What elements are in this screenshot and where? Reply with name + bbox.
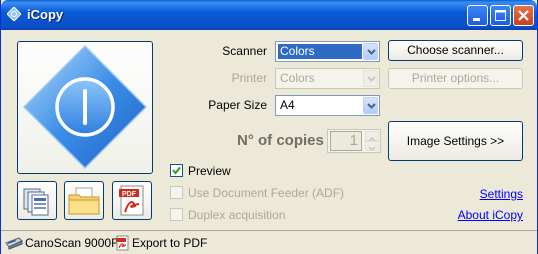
scanner-status[interactable]: CanoScan 9000F [5, 235, 119, 251]
adf-label: Use Document Feeder (ADF) [188, 186, 345, 200]
pdf-icon [116, 235, 129, 251]
adf-checkbox[interactable] [170, 186, 183, 199]
save-to-folder-button[interactable] [64, 181, 104, 220]
multi-document-icon [23, 188, 49, 216]
settings-link[interactable]: Settings [423, 187, 523, 201]
export-pdf-status[interactable]: Export to PDF [115, 235, 225, 251]
scanner-select[interactable]: Colors [275, 41, 380, 62]
scanner-label: Scanner [222, 44, 267, 58]
checkmark-icon [172, 166, 181, 175]
printer-options-button[interactable]: Printer options... [388, 68, 523, 89]
title-bar[interactable]: iCopy [1, 0, 537, 30]
copy-start-button[interactable] [17, 41, 153, 174]
printer-label: Printer [231, 71, 267, 85]
copy-multiple-button[interactable] [17, 181, 57, 220]
choose-scanner-button[interactable]: Choose scanner... [388, 40, 523, 61]
scanner-dropdown-button[interactable] [363, 43, 378, 60]
about-link[interactable]: About iCopy [423, 208, 523, 222]
folder-icon [68, 187, 100, 215]
paper-size-dropdown-button[interactable] [363, 97, 378, 114]
power-icon [22, 44, 148, 170]
export-pdf-button[interactable]: PDF [112, 181, 152, 220]
pdf-icon: PDF [119, 185, 144, 216]
scanner-name: CanoScan 9000F [25, 236, 119, 250]
preview-label: Preview [188, 164, 231, 178]
close-icon [518, 10, 529, 21]
copies-input[interactable]: 1 [330, 131, 362, 151]
export-pdf-label: Export to PDF [132, 236, 208, 250]
scanner-icon [5, 237, 23, 250]
duplex-label: Duplex acquisition [188, 208, 286, 222]
paper-size-label: Paper Size [208, 98, 267, 112]
paper-size-select[interactable]: A4 [275, 95, 380, 116]
printer-select-value: Colors [280, 71, 315, 85]
icopy-window: iCopy PDF Scanner Colors Printer Colors … [0, 0, 538, 254]
preview-checkbox[interactable] [170, 164, 183, 177]
image-settings-button[interactable]: Image Settings >> [388, 121, 523, 161]
scanner-select-value: Colors [278, 44, 362, 59]
chevron-down-icon [367, 103, 376, 109]
duplex-checkbox[interactable] [170, 208, 183, 221]
chevron-down-icon [367, 49, 376, 55]
maximize-icon [495, 10, 506, 21]
pdf-icon-label: PDF [122, 191, 137, 198]
status-bar: CanoScan 9000F Export to PDF [1, 230, 537, 254]
close-button[interactable] [513, 5, 534, 26]
maximize-button[interactable] [490, 5, 511, 26]
copies-spinner[interactable]: 1 [327, 129, 381, 153]
chevron-down-icon [367, 76, 376, 82]
printer-select[interactable]: Colors [275, 68, 380, 89]
minimize-icon [473, 18, 480, 21]
window-title: iCopy [27, 7, 64, 22]
minimize-button[interactable] [467, 5, 488, 26]
printer-dropdown-button[interactable] [363, 70, 378, 87]
chevron-down-icon [368, 146, 376, 152]
copies-decrement-button[interactable] [365, 141, 379, 152]
copies-label: N° of copies [237, 132, 324, 149]
copies-increment-button[interactable] [365, 131, 379, 142]
paper-size-value: A4 [280, 98, 295, 112]
diamond-app-icon [6, 6, 22, 22]
